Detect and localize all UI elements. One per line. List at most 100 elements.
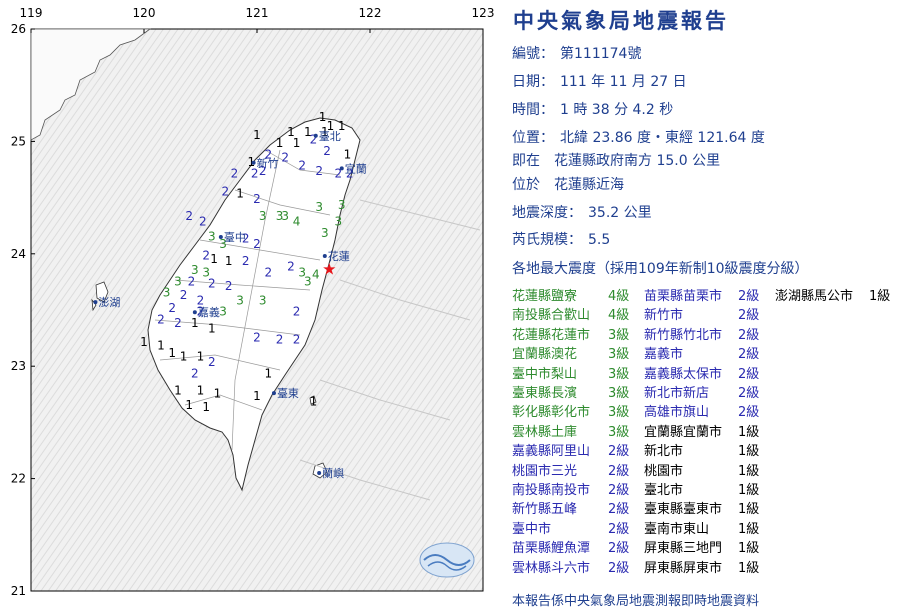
intensity-row: 臺東縣長濱 3級: [512, 382, 629, 401]
station-intensity-label: 1: [180, 350, 188, 364]
station-intensity-label: 1: [264, 366, 272, 380]
intensity-row: 花蓮縣花蓮市 3級: [512, 324, 629, 343]
station-name: 彰化縣彰化市: [512, 405, 591, 421]
station-name: 高雄市旗山: [644, 405, 710, 421]
station-intensity-label: 2: [180, 288, 188, 302]
station-intensity-label: 2: [208, 277, 216, 291]
report-region: 位於 花蓮縣近海: [512, 177, 624, 193]
intensity-row: 高雄市旗山 2級: [644, 401, 759, 421]
lon-tick-label: 122: [359, 6, 382, 20]
station-intensity-label: 3: [335, 215, 343, 229]
cwb-logo-icon: [419, 542, 475, 578]
station-name: 屏東縣三地門: [644, 541, 723, 557]
station-name: 臺中市梨山: [512, 366, 578, 382]
station-intensity-label: 3: [259, 209, 267, 223]
station-intensity-label: 3: [174, 274, 182, 288]
station-intensity-label: 1: [253, 128, 261, 142]
epicenter-star-icon: ★: [322, 260, 336, 279]
station-intensity-label: 3: [281, 209, 289, 223]
station-intensity-label: 1: [197, 350, 205, 364]
intensity-map[interactable]: 119 120 121 122 123262524232221 1 1 11 11211121…: [0, 0, 500, 600]
station-intensity-label: 4: [293, 215, 301, 229]
station-intensity-label: 2: [264, 265, 272, 279]
city-label: 蘭嶼: [322, 466, 344, 480]
station-intensity-label: 1: [253, 389, 261, 403]
station-level: 2級: [738, 347, 760, 363]
station-intensity-label: 3: [163, 286, 171, 300]
station-level: 2級: [738, 386, 760, 401]
station-intensity-label: 2: [168, 301, 176, 315]
station-level: 2級: [608, 560, 630, 576]
station-name: 臺南市東山: [644, 521, 710, 537]
intensity-row: 臺中市梨山 3級: [512, 363, 629, 382]
station-level: 2級: [738, 405, 760, 421]
station-intensity-label: 2: [242, 254, 250, 268]
station-name: 澎湖縣馬公市: [775, 289, 854, 304]
station-intensity-label: 2: [298, 159, 306, 173]
city-dot: [322, 254, 327, 259]
station-level: 2級: [738, 327, 760, 343]
intensity-row: 宜蘭縣宜蘭市 1級: [644, 421, 759, 440]
station-intensity-label: 1: [197, 383, 205, 397]
station-intensity-label: 2: [202, 248, 210, 262]
station-level: 3級: [608, 327, 630, 343]
lat-tick-label: 21: [11, 584, 26, 598]
station-intensity-label: 2: [225, 279, 233, 293]
station-name: 臺東縣臺東市: [644, 502, 723, 518]
lat-tick-label: 25: [11, 134, 26, 148]
station-intensity-label: 1: [140, 335, 148, 349]
station-intensity-label: 1: [225, 254, 233, 268]
lon-tick-label: 119: [20, 6, 43, 20]
intensity-row: 嘉義縣太保市 2級: [644, 363, 759, 382]
station-intensity-label: 1: [310, 395, 318, 409]
intensity-row: 臺東縣臺東市 1級: [644, 498, 759, 518]
intensity-row: 彰化縣彰化市 3級: [512, 401, 629, 421]
station-intensity-label: 2: [191, 366, 199, 380]
station-intensity-label: 2: [253, 330, 261, 344]
station-level: 1級: [738, 521, 760, 537]
city-dot: [218, 234, 223, 239]
lat-tick-label: 22: [11, 472, 26, 486]
station-level: 2級: [738, 289, 760, 304]
city-dot: [192, 310, 197, 315]
city-label: 澎湖: [98, 296, 120, 309]
intensity-row: 苗栗縣鯉魚潭 2級: [512, 537, 629, 557]
station-intensity-label: 3: [208, 229, 216, 243]
station-name: 桃園市三光: [512, 463, 578, 479]
intensity-row: 新竹市 2級: [644, 304, 759, 323]
station-intensity-label: 1: [214, 387, 222, 401]
city-dot: [339, 166, 344, 171]
station-name: 南投縣合歡山: [512, 308, 591, 324]
station-name: 嘉義縣阿里山: [512, 444, 591, 460]
intensity-row: 屏東縣三地門 1級: [644, 537, 759, 557]
intensity-row: 新竹縣竹北市 2級: [644, 324, 759, 343]
station-level: 1級: [738, 444, 760, 460]
station-intensity-label: 2: [287, 260, 295, 274]
station-name: 南投縣南投市: [512, 483, 591, 498]
station-name: 花蓮縣鹽寮: [512, 289, 578, 304]
station-name: 苗栗縣鯉魚潭: [512, 541, 591, 557]
station-level: 2級: [608, 444, 630, 460]
station-intensity-label: 1: [276, 136, 284, 150]
station-intensity-label: 1: [168, 346, 176, 360]
report-panel: 中央氣象局地震報告 編號： 第111174號 日期： 111 年 11 月 27 日…: [500, 0, 900, 609]
station-name: 宜蘭縣澳花: [512, 347, 578, 363]
intensity-row: 屏東縣屏東市 1級: [644, 557, 759, 576]
intensity-row: 嘉義市 2級: [644, 343, 759, 362]
station-intensity-label: 2: [276, 333, 284, 347]
intensity-row: 嘉義縣阿里山 2級: [512, 440, 629, 460]
report-number: 編號： 第111174號: [512, 46, 642, 62]
intensity-row: 桃園市三光 2級: [512, 460, 629, 479]
station-name: 臺東縣長濱: [512, 386, 578, 401]
station-intensity-label: 1: [202, 400, 210, 414]
station-intensity-label: 2: [315, 164, 323, 178]
city-label: 新竹: [257, 156, 279, 170]
station-intensity-label: 1: [208, 321, 216, 335]
lon-tick-label: 123: [472, 6, 495, 20]
station-intensity-label: 2: [174, 316, 182, 330]
station-name: 雲林縣斗六市: [512, 560, 591, 576]
station-level: 4級: [608, 308, 630, 324]
report-relative-position: 即在 花蓮縣政府南方 15.0 公里: [512, 153, 721, 169]
city-label: 臺中: [224, 230, 246, 244]
city-dot: [271, 391, 276, 396]
